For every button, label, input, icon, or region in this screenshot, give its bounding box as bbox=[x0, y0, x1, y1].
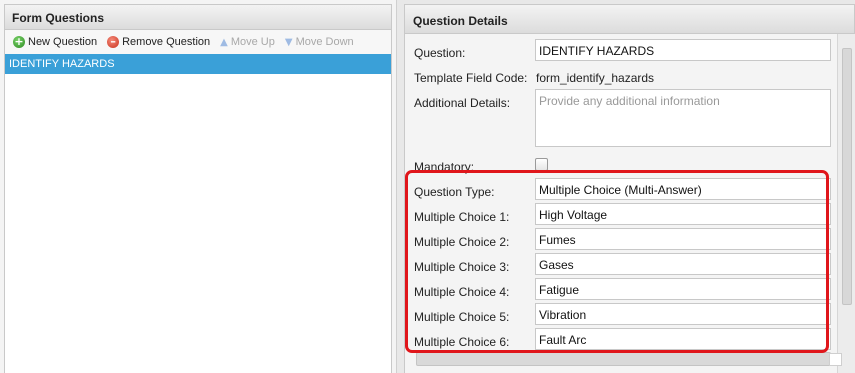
horizontal-scrollbar[interactable] bbox=[416, 352, 831, 366]
choice-2-label: Multiple Choice 2: bbox=[414, 235, 510, 249]
vertical-scrollbar[interactable] bbox=[837, 34, 855, 373]
question-details-header: Question Details bbox=[404, 4, 855, 34]
new-question-label: New Question bbox=[28, 36, 98, 48]
choice-1-input[interactable]: High Voltage bbox=[535, 203, 831, 225]
remove-question-button[interactable]: – Remove Question bbox=[107, 36, 210, 48]
choice-6-label: Multiple Choice 6: bbox=[414, 335, 510, 349]
choice-3-label: Multiple Choice 3: bbox=[414, 260, 510, 274]
vertical-scroll-thumb[interactable] bbox=[842, 48, 852, 305]
arrow-up-icon: ▲ bbox=[220, 36, 228, 48]
choice-5-label: Multiple Choice 5: bbox=[414, 310, 510, 324]
choice-6-input[interactable]: Fault Arc bbox=[535, 328, 831, 350]
choice-4-label: Multiple Choice 4: bbox=[414, 285, 510, 299]
move-down-label: Move Down bbox=[295, 36, 354, 48]
move-down-button[interactable]: ▼ Move Down bbox=[285, 36, 354, 48]
move-up-label: Move Up bbox=[230, 36, 275, 48]
remove-question-label: Remove Question bbox=[122, 36, 211, 48]
questions-list: IDENTIFY HAZARDS bbox=[4, 54, 392, 373]
question-details-form: Question: IDENTIFY HAZARDS Template Fiel… bbox=[404, 34, 837, 373]
questions-toolbar: + New Question – Remove Question ▲ Move … bbox=[4, 30, 392, 54]
choice-2-input[interactable]: Fumes bbox=[535, 228, 831, 250]
question-type-label: Question Type: bbox=[414, 185, 495, 199]
add-icon: + bbox=[13, 35, 25, 48]
mandatory-checkbox[interactable] bbox=[535, 158, 548, 171]
choice-4-input[interactable]: Fatigue bbox=[535, 278, 831, 300]
choice-5-input[interactable]: Vibration bbox=[535, 303, 831, 325]
move-up-button[interactable]: ▲ Move Up bbox=[220, 36, 275, 48]
new-question-button[interactable]: + New Question bbox=[13, 36, 97, 48]
remove-icon: – bbox=[107, 36, 120, 48]
choice-1-label: Multiple Choice 1: bbox=[414, 210, 510, 224]
scroll-corner bbox=[829, 353, 842, 366]
choice-3-input[interactable]: Gases bbox=[535, 253, 831, 275]
question-type-select[interactable]: Multiple Choice (Multi-Answer) bbox=[535, 178, 831, 200]
question-details-panel: Question Details Question: IDENTIFY HAZA… bbox=[404, 4, 855, 373]
additional-details-label: Additional Details: bbox=[414, 96, 511, 110]
question-input[interactable]: IDENTIFY HAZARDS bbox=[535, 39, 831, 61]
template-field-code-label: Template Field Code: bbox=[414, 71, 528, 85]
list-item[interactable]: IDENTIFY HAZARDS bbox=[5, 54, 391, 74]
additional-details-textarea[interactable]: Provide any additional information bbox=[535, 89, 831, 147]
mandatory-label: Mandatory: bbox=[414, 160, 475, 174]
form-questions-panel: Form Questions + New Question – Remove Q… bbox=[0, 0, 397, 373]
question-label: Question: bbox=[414, 46, 466, 60]
template-field-code-value: form_identify_hazards bbox=[536, 71, 655, 85]
form-questions-header: Form Questions bbox=[4, 4, 392, 30]
arrow-down-icon: ▼ bbox=[284, 36, 293, 48]
